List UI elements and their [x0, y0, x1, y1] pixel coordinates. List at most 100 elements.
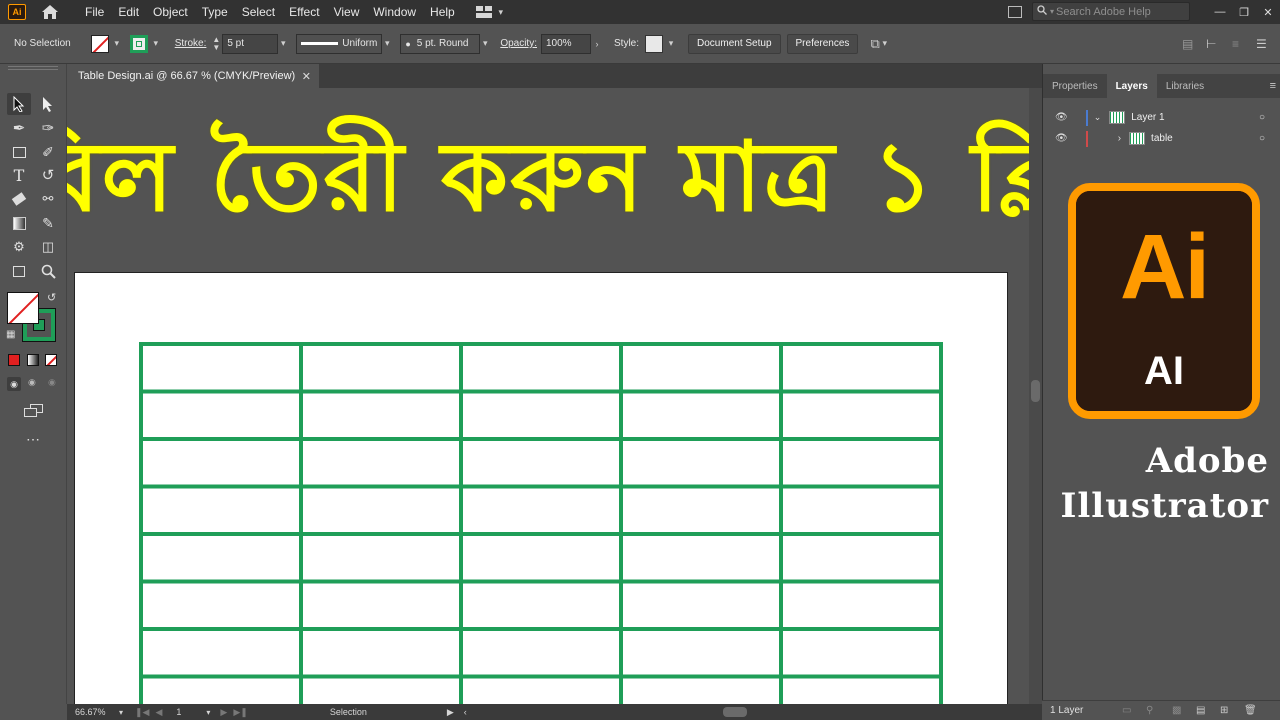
- search-icon[interactable]: ⚲: [1146, 705, 1153, 716]
- table-cell[interactable]: [139, 484, 303, 536]
- chevron-down-icon[interactable]: ▾: [480, 38, 490, 49]
- table-cell[interactable]: [619, 342, 783, 394]
- zoom-tool-icon[interactable]: [36, 260, 60, 282]
- table-cell[interactable]: [779, 627, 943, 679]
- target-icon[interactable]: ○: [1259, 112, 1265, 123]
- style-swatch[interactable]: [645, 34, 664, 53]
- table-cell[interactable]: [459, 579, 623, 631]
- new-layer-icon[interactable]: ⊞: [1220, 705, 1228, 716]
- table-cell[interactable]: [299, 674, 463, 705]
- color-mode-icon[interactable]: [8, 354, 20, 366]
- table-cell[interactable]: [779, 342, 943, 394]
- prev-artboard-icon[interactable]: ◀: [155, 707, 162, 718]
- chevron-right-icon[interactable]: ›: [1118, 133, 1121, 144]
- table-cell[interactable]: [459, 532, 623, 584]
- table-cell[interactable]: [139, 342, 303, 394]
- table-cell[interactable]: [779, 389, 943, 441]
- table-cell[interactable]: [779, 674, 943, 705]
- document-tab[interactable]: Table Design.ai @ 66.67 % (CMYK/Preview)…: [67, 64, 319, 88]
- table-cell[interactable]: [299, 389, 463, 441]
- close-icon[interactable]: ✕: [1256, 6, 1280, 19]
- toolbar-grip[interactable]: [8, 66, 58, 70]
- edit-toolbar-icon[interactable]: ⋯: [26, 431, 41, 448]
- chevron-down-icon[interactable]: ▾: [112, 38, 122, 49]
- menu-effect[interactable]: Effect: [282, 5, 326, 19]
- table-cell[interactable]: [299, 627, 463, 679]
- chevron-down-icon[interactable]: ▾: [382, 38, 392, 49]
- table-cell[interactable]: [139, 627, 303, 679]
- draw-inside-icon[interactable]: ◉: [48, 377, 56, 388]
- shape-builder-tool-icon[interactable]: ⚯: [36, 188, 60, 210]
- stepper-icon[interactable]: ▲ ▼: [212, 35, 220, 52]
- layer-name[interactable]: Layer 1: [1131, 112, 1164, 123]
- table-cell[interactable]: [459, 342, 623, 394]
- gradient-mode-icon[interactable]: [27, 354, 39, 366]
- eraser-tool-icon[interactable]: [7, 188, 31, 210]
- minimize-icon[interactable]: —: [1208, 6, 1232, 18]
- close-icon[interactable]: ✕: [302, 70, 311, 83]
- stroke-swatch[interactable]: [129, 34, 148, 53]
- eye-icon[interactable]: 👁: [1055, 112, 1068, 123]
- variable-width-profile[interactable]: Uniform: [296, 33, 383, 54]
- table-cell[interactable]: [619, 579, 783, 631]
- table-cell[interactable]: [619, 437, 783, 489]
- chevron-down-icon[interactable]: ⌄: [1094, 112, 1102, 123]
- table-cell[interactable]: [779, 484, 943, 536]
- chevron-down-icon[interactable]: ▾: [666, 38, 676, 49]
- default-colors-icon[interactable]: ▦: [6, 329, 15, 340]
- table-cell[interactable]: [779, 437, 943, 489]
- artboard[interactable]: [74, 272, 1008, 704]
- table-cell[interactable]: [459, 674, 623, 705]
- stroke-weight-field[interactable]: 5 pt: [222, 33, 279, 54]
- symbol-sprayer-tool-icon[interactable]: ◫: [36, 236, 60, 258]
- next-artboard-icon[interactable]: ▶: [220, 707, 227, 718]
- menu-select[interactable]: Select: [235, 5, 282, 19]
- type-tool-icon[interactable]: T: [7, 164, 31, 186]
- table-cell[interactable]: [619, 627, 783, 679]
- opacity-field[interactable]: 100%: [541, 33, 591, 54]
- horizontal-scroll-thumb[interactable]: [722, 707, 747, 717]
- menu-type[interactable]: Type: [195, 5, 235, 19]
- table-cell[interactable]: [619, 674, 783, 705]
- table-cell[interactable]: [779, 532, 943, 584]
- stroke-label[interactable]: Stroke:: [175, 38, 207, 49]
- table-cell[interactable]: [459, 484, 623, 536]
- table-grid[interactable]: [75, 273, 1009, 704]
- align-icon[interactable]: ▤: [1182, 37, 1193, 51]
- table-cell[interactable]: [139, 674, 303, 705]
- tab-properties[interactable]: Properties: [1043, 74, 1107, 98]
- panel-menu-icon[interactable]: ≡: [1232, 37, 1239, 51]
- table-cell[interactable]: [459, 627, 623, 679]
- layer-name[interactable]: table: [1151, 133, 1173, 144]
- artboard-number[interactable]: 1: [176, 707, 206, 717]
- table-cell[interactable]: [459, 389, 623, 441]
- none-mode-icon[interactable]: [45, 354, 57, 366]
- curvature-tool-icon[interactable]: ✑: [36, 117, 60, 139]
- table-cell[interactable]: [779, 579, 943, 631]
- screen-mode-icon[interactable]: [24, 404, 44, 418]
- artboard-tool-icon[interactable]: [7, 260, 31, 282]
- opacity-label[interactable]: Opacity:: [500, 38, 537, 49]
- direct-selection-tool-icon[interactable]: [36, 93, 60, 115]
- table-cell[interactable]: [619, 532, 783, 584]
- table-cell[interactable]: [139, 437, 303, 489]
- vertical-scrollbar[interactable]: [1029, 88, 1042, 704]
- swap-colors-icon[interactable]: ↺: [47, 291, 56, 304]
- clip-icon[interactable]: ▩: [1172, 705, 1181, 716]
- table-cell[interactable]: [139, 532, 303, 584]
- tab-libraries[interactable]: Libraries: [1157, 74, 1213, 98]
- arrange-documents-button[interactable]: ▾: [475, 6, 506, 18]
- sublayer-row[interactable]: 👁 › table ○: [1043, 128, 1280, 149]
- table-cell[interactable]: [299, 579, 463, 631]
- last-artboard-icon[interactable]: ▶❚: [233, 707, 247, 718]
- layer-row[interactable]: 👁 ⌄ Layer 1 ○: [1043, 107, 1280, 128]
- draw-normal-icon[interactable]: ◉: [7, 377, 21, 391]
- table-cell[interactable]: [139, 579, 303, 631]
- restore-icon[interactable]: ❐: [1232, 6, 1256, 19]
- zoom-level[interactable]: 66.67%: [75, 707, 119, 717]
- table-cell[interactable]: [299, 532, 463, 584]
- chevron-down-icon[interactable]: ▾: [119, 708, 123, 717]
- export-icon[interactable]: ▭: [1122, 705, 1131, 716]
- chevron-down-icon[interactable]: ▾: [278, 38, 288, 49]
- first-artboard-icon[interactable]: ❚◀: [135, 707, 149, 718]
